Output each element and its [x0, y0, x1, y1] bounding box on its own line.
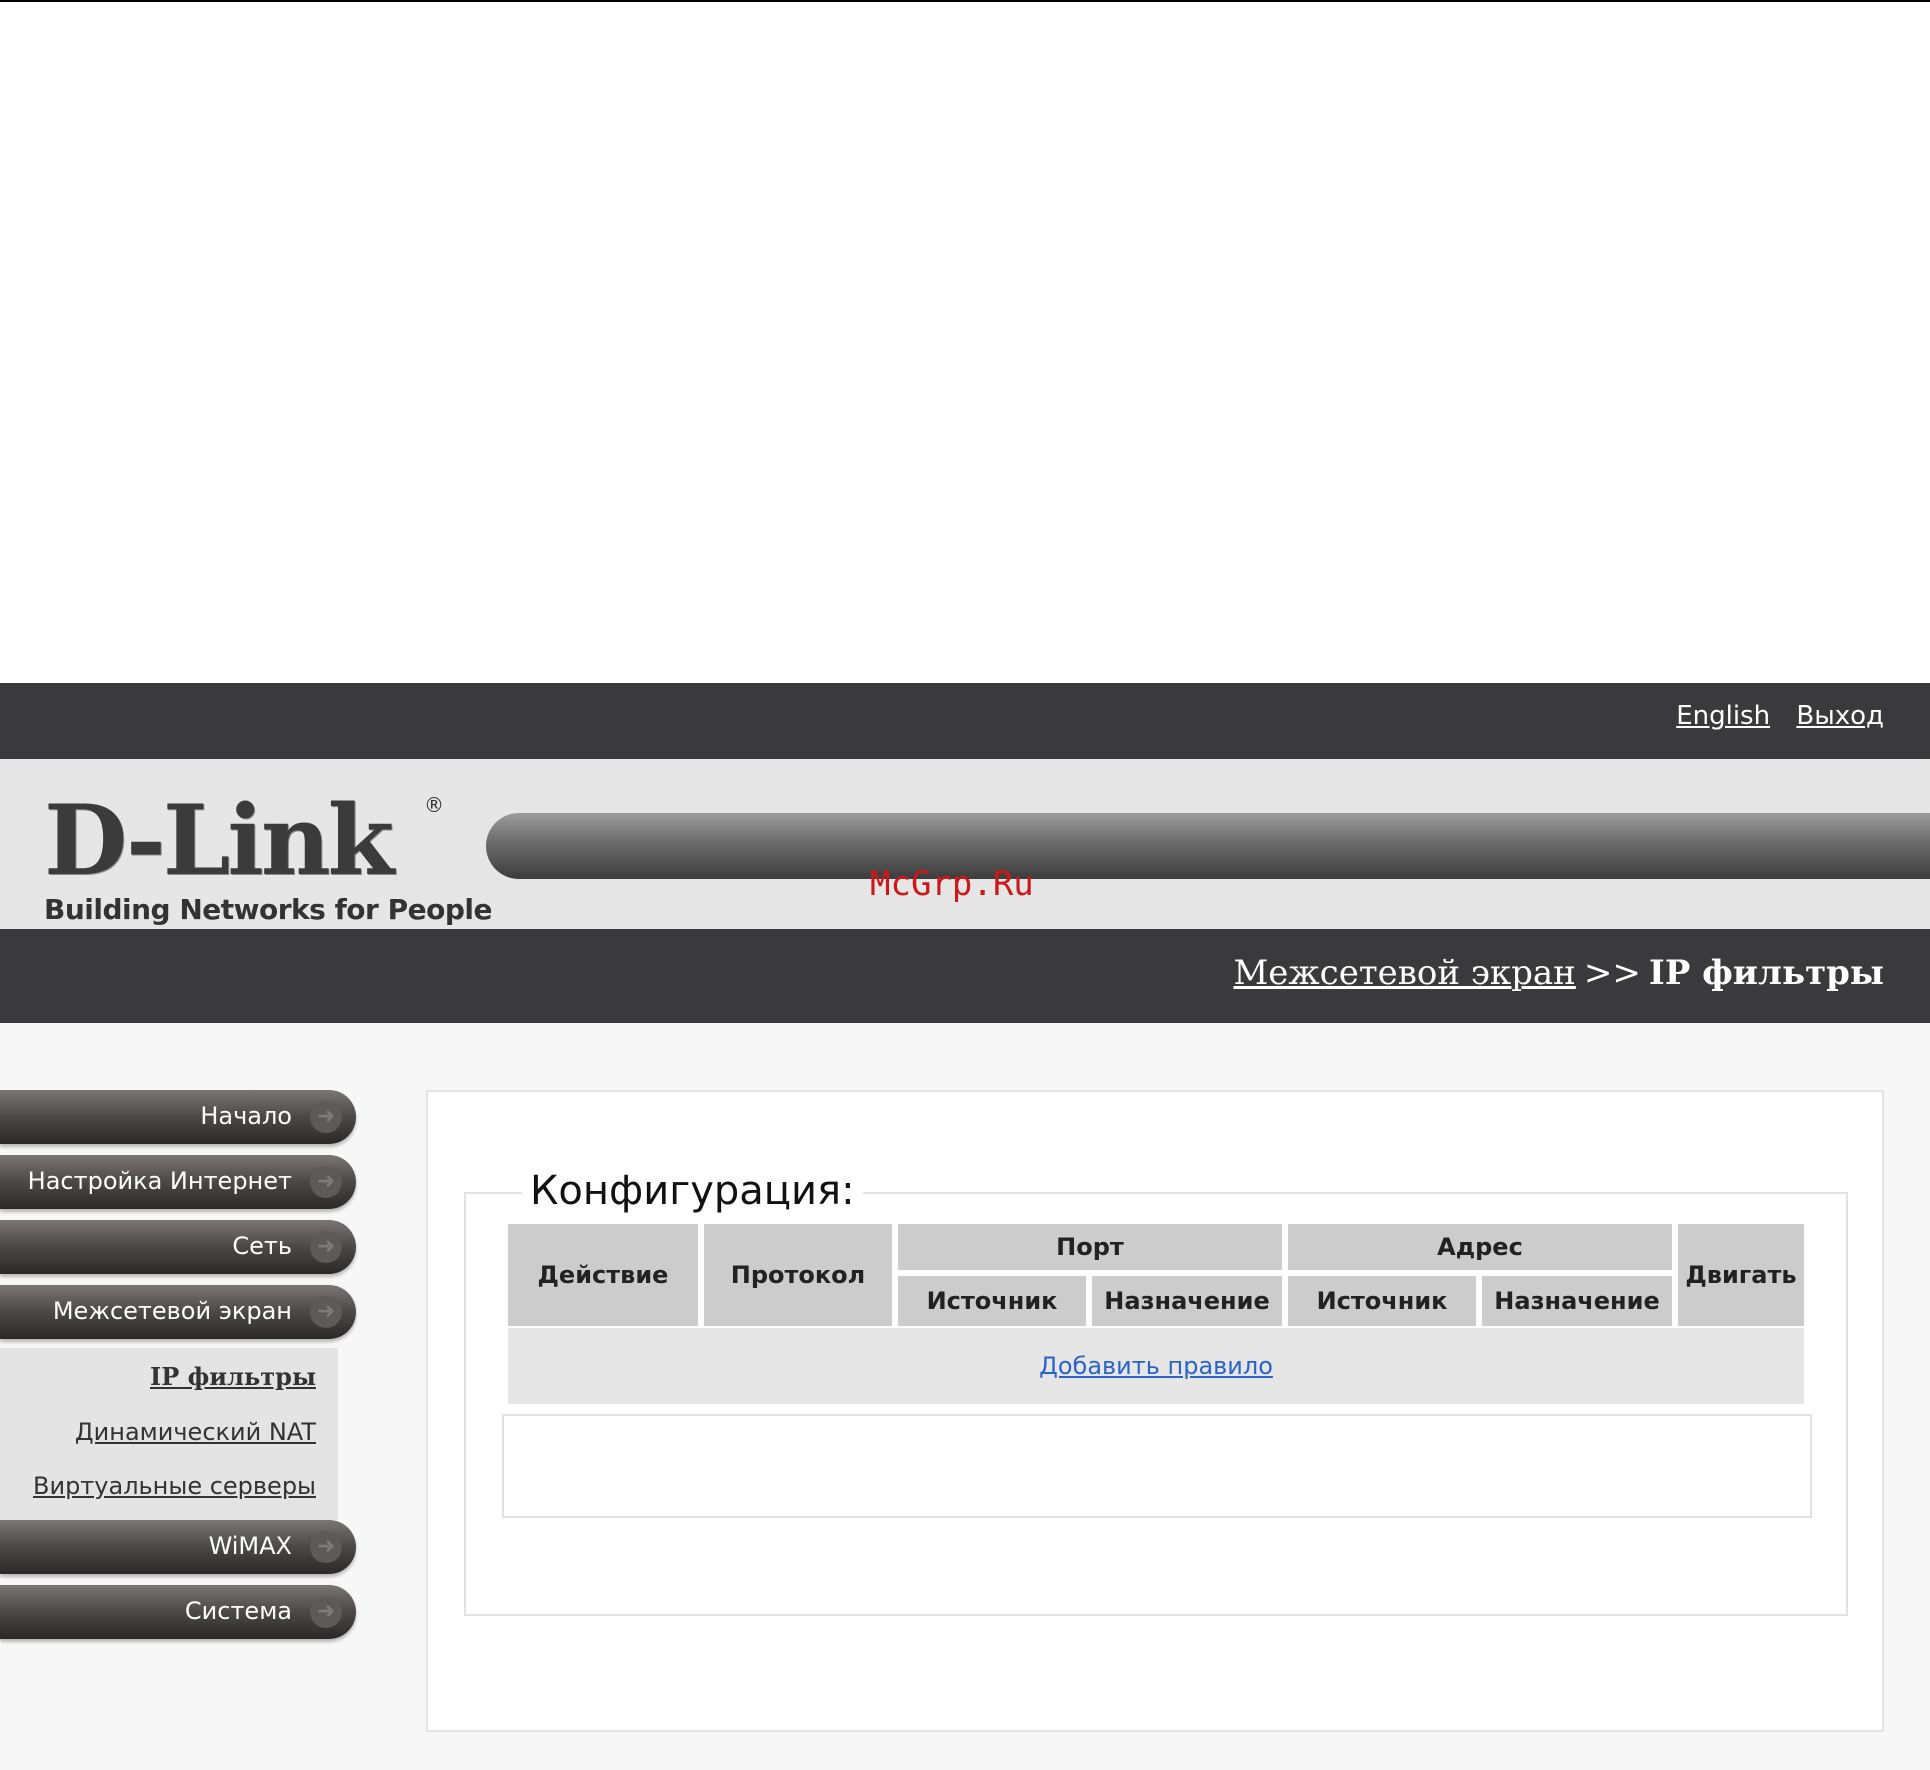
breadcrumb-separator: >> [1583, 953, 1641, 993]
arrow-right-icon: ➜ [310, 1296, 342, 1328]
top-rule [0, 0, 1930, 2]
submenu-virtual-servers[interactable]: Виртуальные серверы [33, 1472, 316, 1500]
column-address-source: Источник [1288, 1276, 1476, 1326]
arrow-right-icon: ➜ [310, 1596, 342, 1628]
logout-link[interactable]: Выход [1796, 701, 1884, 731]
breadcrumb-firewall-link[interactable]: Межсетевой экран [1233, 953, 1575, 993]
menu-item-firewall[interactable]: Межсетевой экран ➜ [0, 1285, 356, 1339]
empty-area [502, 1414, 1812, 1518]
menu-item-label: Настройка Интернет [27, 1167, 292, 1195]
logo-band: D-Link ® Building Networks for People Mc… [0, 759, 1930, 929]
top-links: English Выход [1658, 701, 1884, 731]
column-port-source: Источник [898, 1276, 1086, 1326]
column-action: Действие [508, 1224, 698, 1326]
main-panel: Конфигурация: Действие Протокол Порт Ист… [426, 1090, 1884, 1732]
submenu-ip-filters[interactable]: IP фильтры [150, 1362, 316, 1391]
top-bar: English Выход [0, 683, 1930, 759]
menu-item-label: Начало [200, 1102, 292, 1130]
menu-item-label: Межсетевой экран [52, 1297, 292, 1325]
menu-item-label: WiMAX [208, 1532, 292, 1560]
menu-item-wimax[interactable]: WiMAX ➜ [0, 1520, 356, 1574]
watermark: McGrp.Ru [870, 864, 1034, 904]
submenu-dynamic-nat[interactable]: Динамический NAT [75, 1418, 316, 1446]
header-decorative-bar [486, 813, 1930, 879]
language-english-link[interactable]: English [1676, 701, 1770, 731]
configuration-section: Конфигурация: Действие Протокол Порт Ист… [464, 1168, 1848, 1616]
add-rule-link[interactable]: Добавить правило [1039, 1352, 1273, 1380]
arrow-right-icon: ➜ [310, 1531, 342, 1563]
menu-item-label: Сеть [232, 1232, 292, 1260]
menu-item-label: Система [184, 1597, 292, 1625]
menu-item-internet-setup[interactable]: Настройка Интернет ➜ [0, 1155, 356, 1209]
menu-item-home[interactable]: Начало ➜ [0, 1090, 356, 1144]
menu-item-system[interactable]: Система ➜ [0, 1585, 356, 1639]
page-title: IP фильтры [1648, 953, 1884, 993]
add-rule-row: Добавить правило [508, 1328, 1804, 1404]
breadcrumb: Межсетевой экран >> IP фильтры [1233, 953, 1884, 993]
column-port-destination: Назначение [1092, 1276, 1282, 1326]
column-port: Порт [898, 1224, 1282, 1270]
logo-tagline: Building Networks for People [44, 893, 492, 926]
column-address-destination: Назначение [1482, 1276, 1672, 1326]
firewall-submenu: IP фильтры Динамический NAT Виртуальные … [0, 1348, 338, 1520]
column-protocol: Протокол [704, 1224, 892, 1326]
column-move: Двигать [1678, 1224, 1804, 1326]
arrow-right-icon: ➜ [310, 1101, 342, 1133]
arrow-right-icon: ➜ [310, 1166, 342, 1198]
arrow-right-icon: ➜ [310, 1231, 342, 1263]
section-title: Конфигурация: [522, 1168, 863, 1214]
column-address: Адрес [1288, 1224, 1672, 1270]
menu-item-network[interactable]: Сеть ➜ [0, 1220, 356, 1274]
dlink-logo: D-Link ® Building Networks for People [44, 793, 492, 927]
breadcrumb-bar: Межсетевой экран >> IP фильтры [0, 929, 1930, 1023]
registered-mark: ® [424, 793, 444, 817]
